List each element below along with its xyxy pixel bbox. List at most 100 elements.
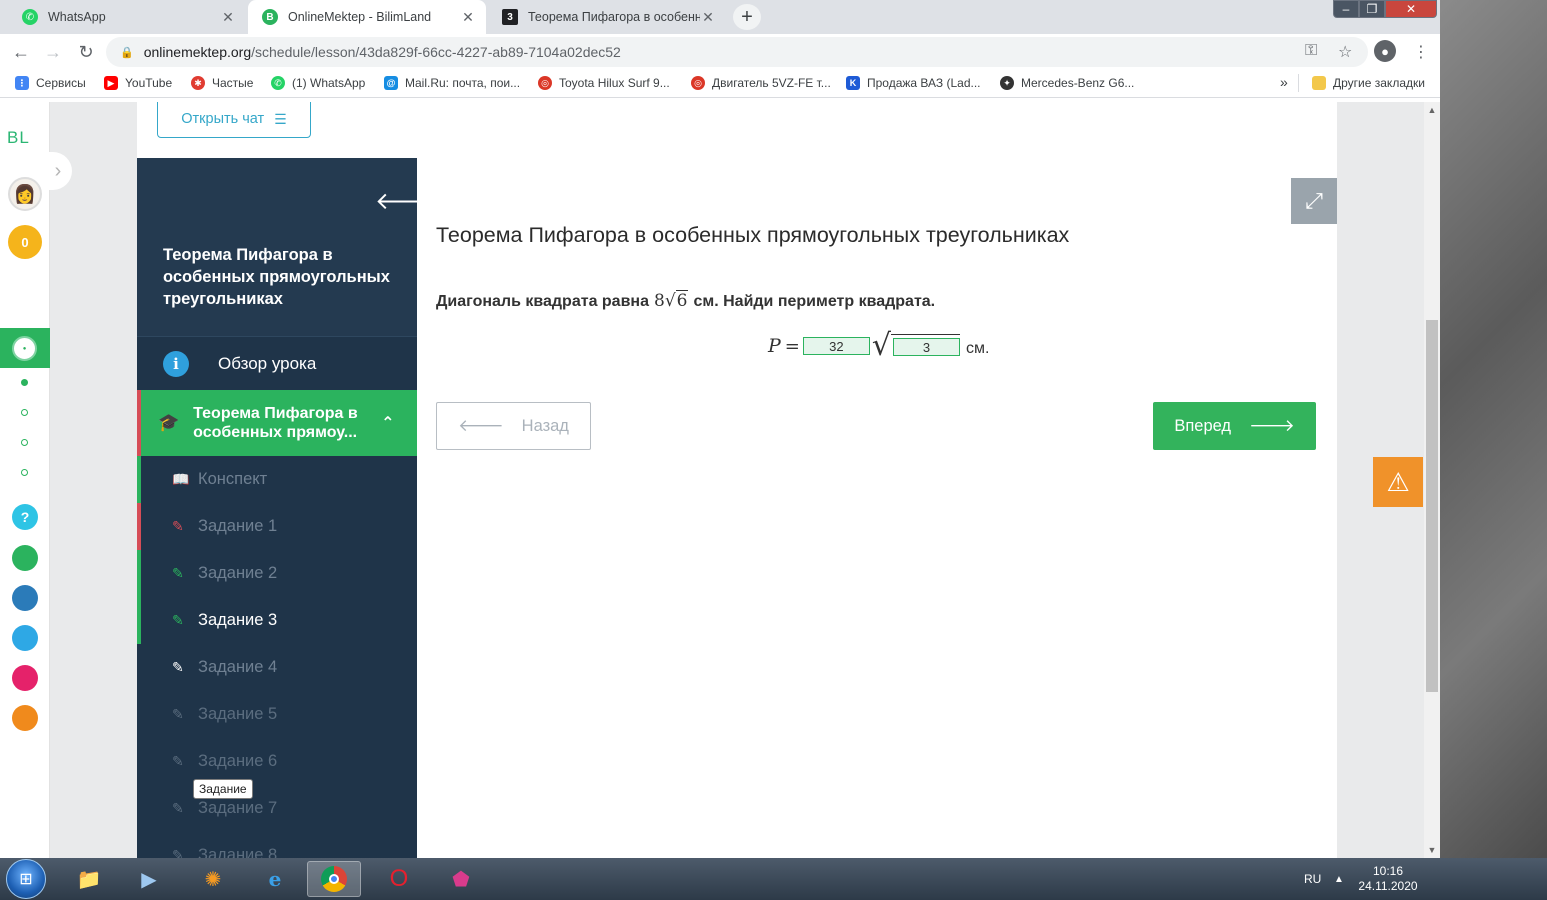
rail-dot-empty[interactable]: [21, 409, 28, 416]
star-icon[interactable]: ☆: [1338, 42, 1352, 62]
menu-dots-icon[interactable]: ⋮: [1413, 42, 1429, 62]
bookmark-label: YouTube: [125, 76, 173, 90]
bookmark-label: Toyota Hilux Surf 9...: [559, 76, 670, 90]
chat-icon: ☰: [274, 110, 287, 127]
tab-whatsapp[interactable]: ✆ WhatsApp ✕: [8, 0, 246, 34]
scroll-down-arrow-icon[interactable]: ▼: [1424, 842, 1440, 858]
fullscreen-icon[interactable]: ⤢: [1291, 178, 1337, 224]
opera-icon[interactable]: O: [372, 861, 426, 897]
lock-icon: 🔒: [120, 46, 134, 59]
reload-icon[interactable]: ↻: [75, 41, 97, 63]
clock[interactable]: 10:16 24.11.2020: [1348, 864, 1428, 894]
sqrt-expression: √: [871, 328, 961, 363]
sidebar-item-task-5[interactable]: ✎ Задание 5: [137, 691, 417, 738]
answer-radicand-input[interactable]: [893, 338, 961, 356]
bilimland-app-icon[interactable]: [12, 545, 38, 571]
bilimland-icon: B: [262, 9, 278, 25]
arrow-left-icon[interactable]: 🡐: [375, 186, 439, 216]
app-gem-icon[interactable]: ⬟: [434, 861, 488, 897]
bookmark-vaz[interactable]: K Продажа ВАЗ (Lad...: [846, 76, 981, 90]
tab-onlinemektep[interactable]: B OnlineMektep - BilimLand ✕: [248, 0, 486, 34]
bilimland-logo[interactable]: BL: [7, 128, 30, 148]
sidebar-item-konspekt[interactable]: 📖 Конспект: [137, 456, 417, 503]
maximize-button[interactable]: ❐: [1359, 0, 1385, 18]
rail-active-section[interactable]: ●: [0, 328, 50, 368]
imagine-app-icon[interactable]: [12, 705, 38, 731]
close-icon[interactable]: ✕: [220, 9, 236, 26]
media-player-icon[interactable]: ▶: [122, 861, 176, 897]
bookmark-toyota[interactable]: ◎ Toyota Hilux Surf 9...: [538, 76, 670, 90]
tab-lesson[interactable]: 3 Теорема Пифагора в особенных ✕: [488, 0, 726, 34]
user-avatar[interactable]: 👩: [8, 177, 42, 211]
sidebar-item-task-2[interactable]: ✎ Задание 2: [137, 550, 417, 597]
bookmark-label: (1) WhatsApp: [292, 76, 366, 90]
book-icon: 📖: [172, 471, 190, 487]
minimize-button[interactable]: –: [1333, 0, 1359, 18]
topic-label: Теорема Пифагора в особенных прямоу...: [193, 405, 358, 441]
forward-arrow-icon[interactable]: →: [42, 41, 64, 63]
tray-expand-icon[interactable]: ▲: [1334, 858, 1344, 900]
bookmark-label: Двигатель 5VZ-FE т...: [712, 76, 831, 90]
sidebar-item-overview[interactable]: i Обзор урока: [137, 336, 417, 390]
sidebar-item-task-4[interactable]: ✎ Задание 4: [137, 644, 417, 691]
sidebar-item-task-3[interactable]: ✎ Задание 3: [137, 597, 417, 644]
rail-dot-filled[interactable]: [21, 379, 28, 386]
bookmark-youtube[interactable]: ▶ YouTube: [104, 76, 172, 90]
test-app-icon[interactable]: [12, 625, 38, 651]
help-icon[interactable]: ?: [12, 504, 38, 530]
chrome-icon[interactable]: [307, 861, 361, 897]
back-button[interactable]: 🡐 Назад: [436, 402, 591, 450]
bookmark-other-folder[interactable]: Другие закладки: [1312, 76, 1425, 90]
clock-time: 10:16: [1372, 864, 1404, 878]
sidebar-item-task-1[interactable]: ✎ Задание 1: [137, 503, 417, 550]
sidebar-item-task-6[interactable]: ✎ Задание 6: [137, 738, 417, 785]
internet-explorer-icon[interactable]: e: [248, 861, 302, 897]
twig-app-icon[interactable]: [12, 665, 38, 691]
explorer-icon[interactable]: 📁: [62, 861, 116, 897]
open-chat-button[interactable]: Открыть чат ☰: [157, 102, 311, 138]
apps-grid-icon: ⋮: [15, 76, 29, 90]
answer-coefficient-input[interactable]: [802, 337, 870, 355]
vertical-scrollbar[interactable]: ▲ ▼: [1424, 102, 1440, 858]
key-icon[interactable]: ⚿: [1305, 42, 1317, 60]
close-icon[interactable]: ✕: [460, 9, 476, 26]
edit-icon: ✎: [172, 565, 184, 581]
bookmark-mailru[interactable]: @ Mail.Ru: почта, пои...: [384, 76, 520, 90]
bookmark-frequent[interactable]: ✱ Частые: [191, 76, 253, 90]
vlc-icon[interactable]: ✺: [186, 861, 240, 897]
address-bar[interactable]: 🔒 onlinemektep.org/schedule/lesson/43da8…: [106, 37, 1368, 67]
sidebar-item-task-7[interactable]: ✎ Задание 7: [137, 785, 417, 832]
close-window-button[interactable]: ✕: [1385, 0, 1437, 18]
bookmark-engine[interactable]: ◎ Двигатель 5VZ-FE т...: [691, 76, 831, 90]
bookmark-label: Частые: [212, 76, 254, 90]
profile-avatar-icon[interactable]: ●: [1374, 40, 1396, 62]
start-button[interactable]: ⊞: [6, 859, 46, 899]
scrollbar-thumb[interactable]: [1426, 320, 1438, 692]
next-button[interactable]: Вперед 🡒: [1153, 402, 1316, 450]
close-icon[interactable]: ✕: [700, 9, 716, 26]
chevron-up-icon[interactable]: ⌃: [381, 413, 394, 433]
rail-dot-empty[interactable]: [21, 439, 28, 446]
sidebar-item-label: Задание 8: [198, 846, 278, 858]
warning-icon[interactable]: ⚠: [1373, 457, 1423, 507]
bilimbook-app-icon[interactable]: [12, 585, 38, 611]
chevron-right-icon[interactable]: ›: [44, 152, 72, 190]
kolesa-icon: K: [846, 76, 860, 90]
sidebar-topic[interactable]: 🎓 Теорема Пифагора в особенных прямоу...…: [137, 390, 417, 456]
scroll-up-arrow-icon[interactable]: ▲: [1424, 102, 1440, 118]
bookmark-services[interactable]: ⋮ Сервисы: [15, 76, 86, 90]
mailru-icon: @: [384, 76, 398, 90]
rail-dot-empty[interactable]: [21, 469, 28, 476]
sidebar-item-task-8[interactable]: ✎ Задание 8: [137, 832, 417, 858]
language-indicator[interactable]: RU: [1304, 858, 1321, 900]
question-radicand: 6: [675, 290, 689, 311]
bookmarks-overflow-button[interactable]: »: [1280, 74, 1288, 90]
back-arrow-icon[interactable]: ←: [10, 41, 32, 63]
bookmarks-bar: ⋮ Сервисы ▶ YouTube ✱ Частые ✆ (1) WhatsApp …: [0, 70, 1440, 98]
bookmark-whatsapp[interactable]: ✆ (1) WhatsApp: [271, 76, 365, 90]
folder-icon: [1312, 76, 1326, 90]
sqrt-symbol: √: [871, 328, 892, 363]
new-tab-button[interactable]: +: [733, 4, 761, 30]
bookmark-mercedes[interactable]: ✦ Mercedes-Benz G6...: [1000, 76, 1134, 90]
score-badge[interactable]: 0: [8, 225, 42, 259]
